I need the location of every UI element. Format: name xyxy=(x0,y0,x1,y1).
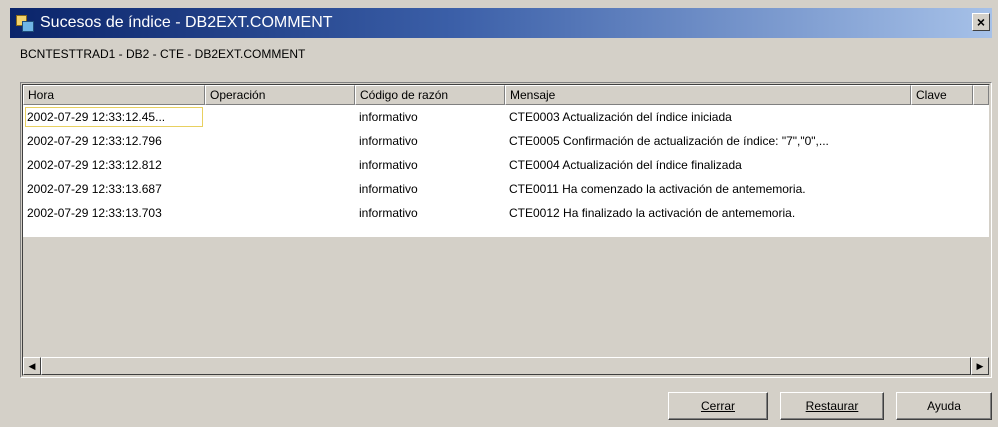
table-header: Hora Operación Código de razón Mensaje C… xyxy=(23,85,989,105)
window-title: Sucesos de índice - DB2EXT.COMMENT xyxy=(40,14,333,31)
cell-hora[interactable]: 2002-07-29 12:33:12.796 xyxy=(23,129,205,153)
cell-mensaje[interactable]: CTE0012 Ha finalizado la activación de a… xyxy=(505,201,911,225)
cell-operacion[interactable] xyxy=(205,105,355,129)
cell-clave[interactable] xyxy=(911,105,973,129)
cell-hora[interactable]: 2002-07-29 12:33:13.687 xyxy=(23,177,205,201)
cerrar-button[interactable]: Cerrar xyxy=(668,392,768,420)
close-button[interactable]: × xyxy=(972,13,990,31)
cell-hora[interactable]: 2002-07-29 12:33:12.812 xyxy=(23,153,205,177)
scrollbar-thumb[interactable] xyxy=(41,357,971,375)
cell-clave[interactable] xyxy=(911,177,973,201)
cell-mensaje[interactable]: CTE0003 Actualización del índice iniciad… xyxy=(505,105,911,129)
cell-clave[interactable] xyxy=(911,129,973,153)
cell-operacion[interactable] xyxy=(205,153,355,177)
cell-hora[interactable]: 2002-07-29 12:33:12.45... xyxy=(23,105,205,129)
ayuda-button-label: Ayuda xyxy=(927,399,961,413)
column-header-operacion[interactable]: Operación xyxy=(205,85,355,105)
table-row[interactable]: 2002-07-29 12:33:12.45... informativo CT… xyxy=(23,105,989,129)
cell-clave[interactable] xyxy=(911,153,973,177)
column-header-codigo-razon[interactable]: Código de razón xyxy=(355,85,505,105)
cell-codigo-razon[interactable]: informativo xyxy=(355,177,505,201)
cerrar-button-label: Cerrar xyxy=(700,399,735,413)
column-header-filler xyxy=(973,85,989,105)
restaurar-button-label: Restaurar xyxy=(805,399,859,413)
cell-operacion[interactable] xyxy=(205,201,355,225)
ayuda-button[interactable]: Ayuda xyxy=(896,392,992,420)
object-path-label: BCNTESTTRAD1 - DB2 - CTE - DB2EXT.COMMEN… xyxy=(20,47,306,61)
table-body: 2002-07-29 12:33:12.45... informativo CT… xyxy=(23,105,989,237)
cell-mensaje[interactable]: CTE0004 Actualización del índice finaliz… xyxy=(505,153,911,177)
window-titlebar: Sucesos de índice - DB2EXT.COMMENT × xyxy=(10,8,992,38)
table-row[interactable]: 2002-07-29 12:33:12.796 informativo CTE0… xyxy=(23,129,989,153)
column-header-hora[interactable]: Hora xyxy=(23,85,205,105)
cell-codigo-razon[interactable]: informativo xyxy=(355,153,505,177)
cell-clave[interactable] xyxy=(911,201,973,225)
cell-mensaje[interactable]: CTE0011 Ha comenzado la activación de an… xyxy=(505,177,911,201)
table-row[interactable]: 2002-07-29 12:33:12.812 informativo CTE0… xyxy=(23,153,989,177)
table-row[interactable]: 2002-07-29 12:33:13.703 informativo CTE0… xyxy=(23,201,989,225)
cell-hora[interactable]: 2002-07-29 12:33:13.703 xyxy=(23,201,205,225)
folder-tree-icon xyxy=(16,15,34,32)
scroll-left-button[interactable]: ◀ xyxy=(23,357,41,375)
table-row[interactable]: 2002-07-29 12:33:13.687 informativo CTE0… xyxy=(23,177,989,201)
column-header-mensaje[interactable]: Mensaje xyxy=(505,85,911,105)
cell-codigo-razon[interactable]: informativo xyxy=(355,105,505,129)
column-header-clave[interactable]: Clave xyxy=(911,85,973,105)
cell-operacion[interactable] xyxy=(205,177,355,201)
cell-operacion[interactable] xyxy=(205,129,355,153)
scroll-right-button[interactable]: ▶ xyxy=(971,357,989,375)
cell-codigo-razon[interactable]: informativo xyxy=(355,201,505,225)
restaurar-button[interactable]: Restaurar xyxy=(780,392,884,420)
cell-codigo-razon[interactable]: informativo xyxy=(355,129,505,153)
cell-mensaje[interactable]: CTE0005 Confirmación de actualización de… xyxy=(505,129,911,153)
horizontal-scrollbar[interactable]: ◀ ▶ xyxy=(23,357,989,375)
events-table[interactable]: Hora Operación Código de razón Mensaje C… xyxy=(20,82,992,378)
